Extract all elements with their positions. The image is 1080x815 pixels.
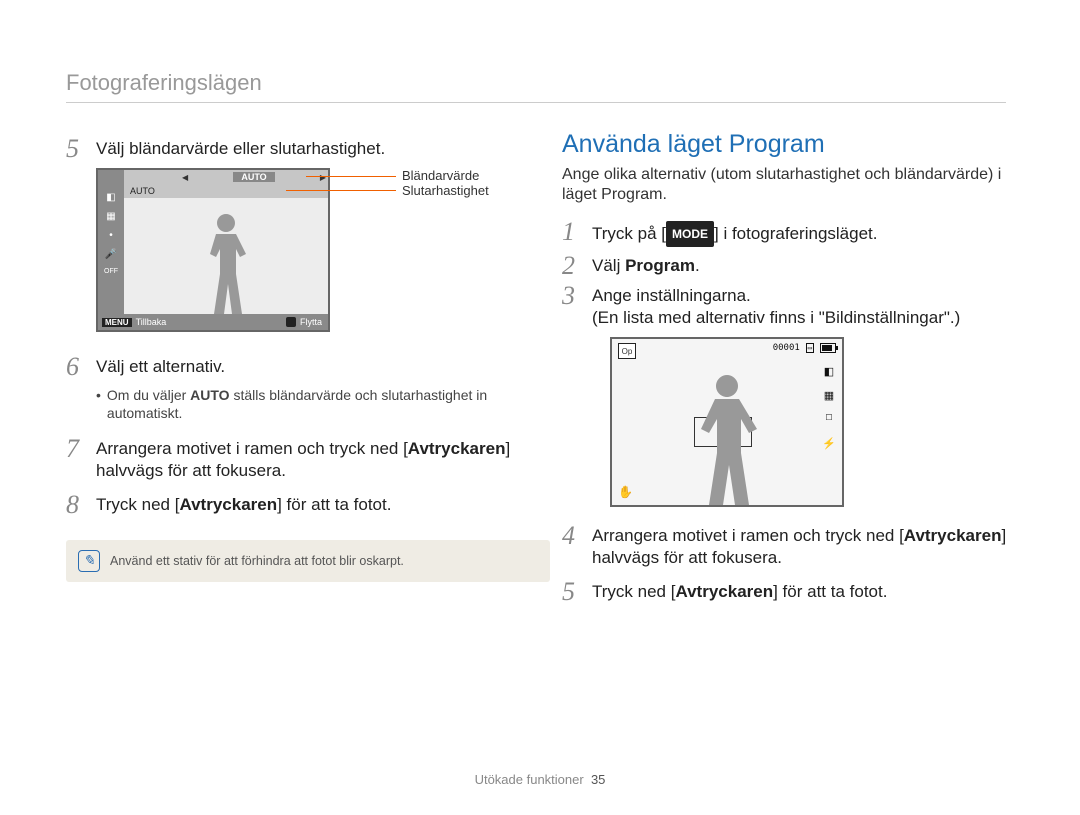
section-title: Fotograferingslägen [66,70,1006,103]
hand-icon: ✋ [618,485,633,499]
card-icon: ▭ [806,343,814,353]
row2-value: AUTO [124,186,180,196]
dot-icon: • [109,230,113,241]
callout-line-2 [286,190,396,191]
battery-icon [820,343,836,353]
tip-box: ✎ Använd ett stativ för att förhindra at… [66,540,550,582]
step-7-text: Arrangera motivet i ramen och tryck ned … [96,438,536,482]
step-4-text: Arrangera motivet i ramen och tryck ned … [592,525,1032,569]
intro-text: Ange olika alternativ (utom slutarhastig… [562,165,1032,205]
af-icon: ☐ [822,413,836,427]
back-label: Tillbaka [136,317,167,327]
callout-aperture: Bländarvärde [402,168,479,183]
move-label: Flytta [300,317,322,327]
step-1-text: Tryck på [MODE] i fotograferingsläget. [592,221,1032,247]
step-4-num: 4 [562,525,592,547]
step-6-num: 6 [66,356,96,378]
move-icon [286,317,296,327]
camera-lcd-preview: LT ◀ AUTO ▶ AUTO ◧ ▦ • 🎤 OFF [96,168,330,332]
portrait-icon: ◧ [822,365,836,379]
step-8-text: Tryck ned [Avtryckaren] för att ta fotot… [96,494,536,516]
grid-icon: ▦ [106,211,115,222]
counter: 00001 [773,343,800,353]
step-5r-text: Tryck ned [Avtryckaren] för att ta fotot… [592,581,1032,603]
step-6-text: Välj ett alternativ. [96,356,536,378]
step-3-num: 3 [562,285,592,307]
mode-button-label: MODE [666,221,714,247]
step-2-text: Välj Program. [592,255,1032,277]
subject-silhouette [687,375,767,505]
step-6-bullet: Om du väljer AUTO ställs bländarvärde oc… [96,386,536,422]
step-2-num: 2 [562,255,592,277]
subject-silhouette [196,214,256,314]
row1-value: AUTO [233,172,274,182]
portrait-icon: ◧ [106,192,115,203]
heading-program-mode: Använda läget Program [562,130,1032,159]
step-7-num: 7 [66,438,96,460]
step-3-text: Ange inställningarna. (En lista med alte… [592,285,1032,329]
off-icon: OFF [104,268,118,275]
camera-lcd-preview-program: Op 00001 ▭ ◧ ▦ ☐ ⚡ ✋ [610,337,844,507]
grid-icon: ▦ [822,389,836,403]
menu-button: MENU [102,318,132,327]
flash-icon: ⚡ [822,437,836,451]
note-icon: ✎ [78,550,100,572]
step-8-num: 8 [66,494,96,516]
page-footer: Utökade funktioner 35 [0,772,1080,787]
mic-icon: 🎤 [105,249,117,260]
callout-shutter: Slutarhastighet [402,183,489,198]
callout-line-1 [306,176,396,177]
step-5-text: Välj bländarvärde eller slutarhastighet. [96,138,536,160]
tip-text: Använd ett stativ för att förhindra att … [110,554,404,568]
step-1-num: 1 [562,221,592,243]
step-5r-num: 5 [562,581,592,603]
mode-icon: Op [618,343,636,359]
chevron-right-icon: ▶ [318,173,328,182]
chevron-left-icon: ◀ [180,173,190,182]
step-5-num: 5 [66,138,96,160]
